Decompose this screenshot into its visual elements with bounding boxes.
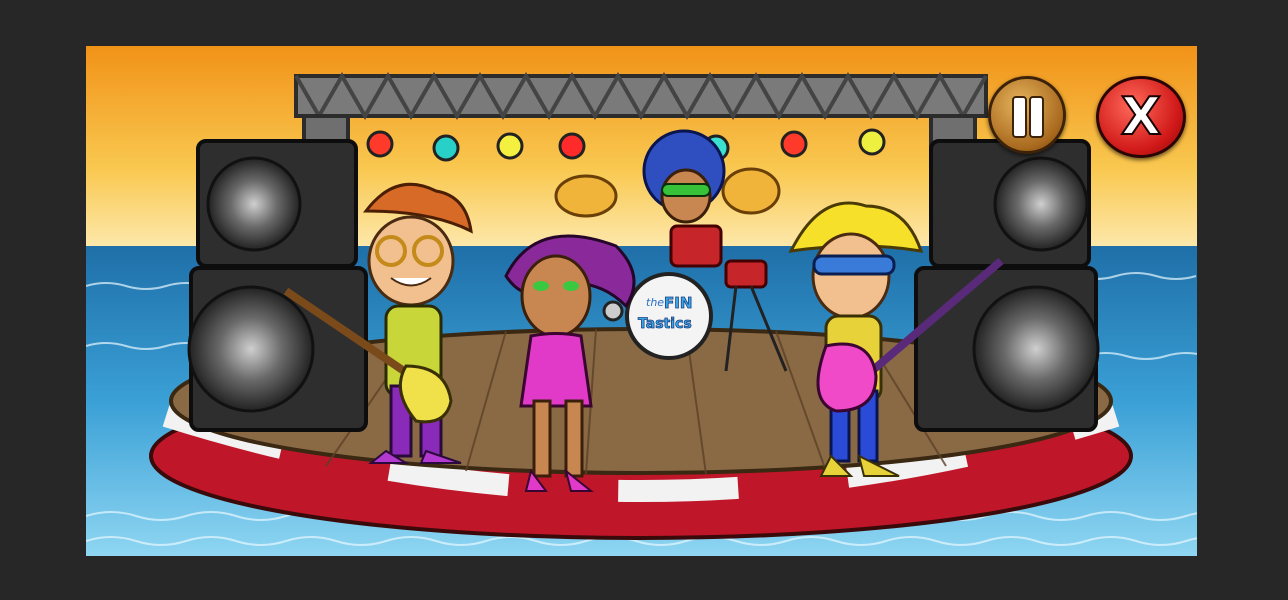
stage-light-red [780, 130, 808, 158]
drum-logo-line1: the [646, 296, 664, 309]
right-speaker-stack [914, 139, 1100, 432]
pause-button[interactable] [988, 76, 1066, 154]
pause-icon [1012, 96, 1027, 138]
left-speaker-stack [187, 139, 368, 432]
microphone [602, 300, 624, 322]
pause-icon [1029, 96, 1044, 138]
drum-logo-line2: FIN [664, 294, 692, 312]
stage-light-red [366, 130, 394, 158]
close-button[interactable]: X [1096, 76, 1186, 158]
stage-light-yellow [496, 132, 524, 160]
stage-light-red [558, 132, 586, 160]
game-viewport: the FIN Tastics X [86, 46, 1197, 556]
close-icon: X [1120, 86, 1162, 148]
drum-logo-line3: Tastics [638, 316, 692, 332]
stage-light-yellow [858, 128, 886, 156]
stage-light-teal [432, 134, 460, 162]
